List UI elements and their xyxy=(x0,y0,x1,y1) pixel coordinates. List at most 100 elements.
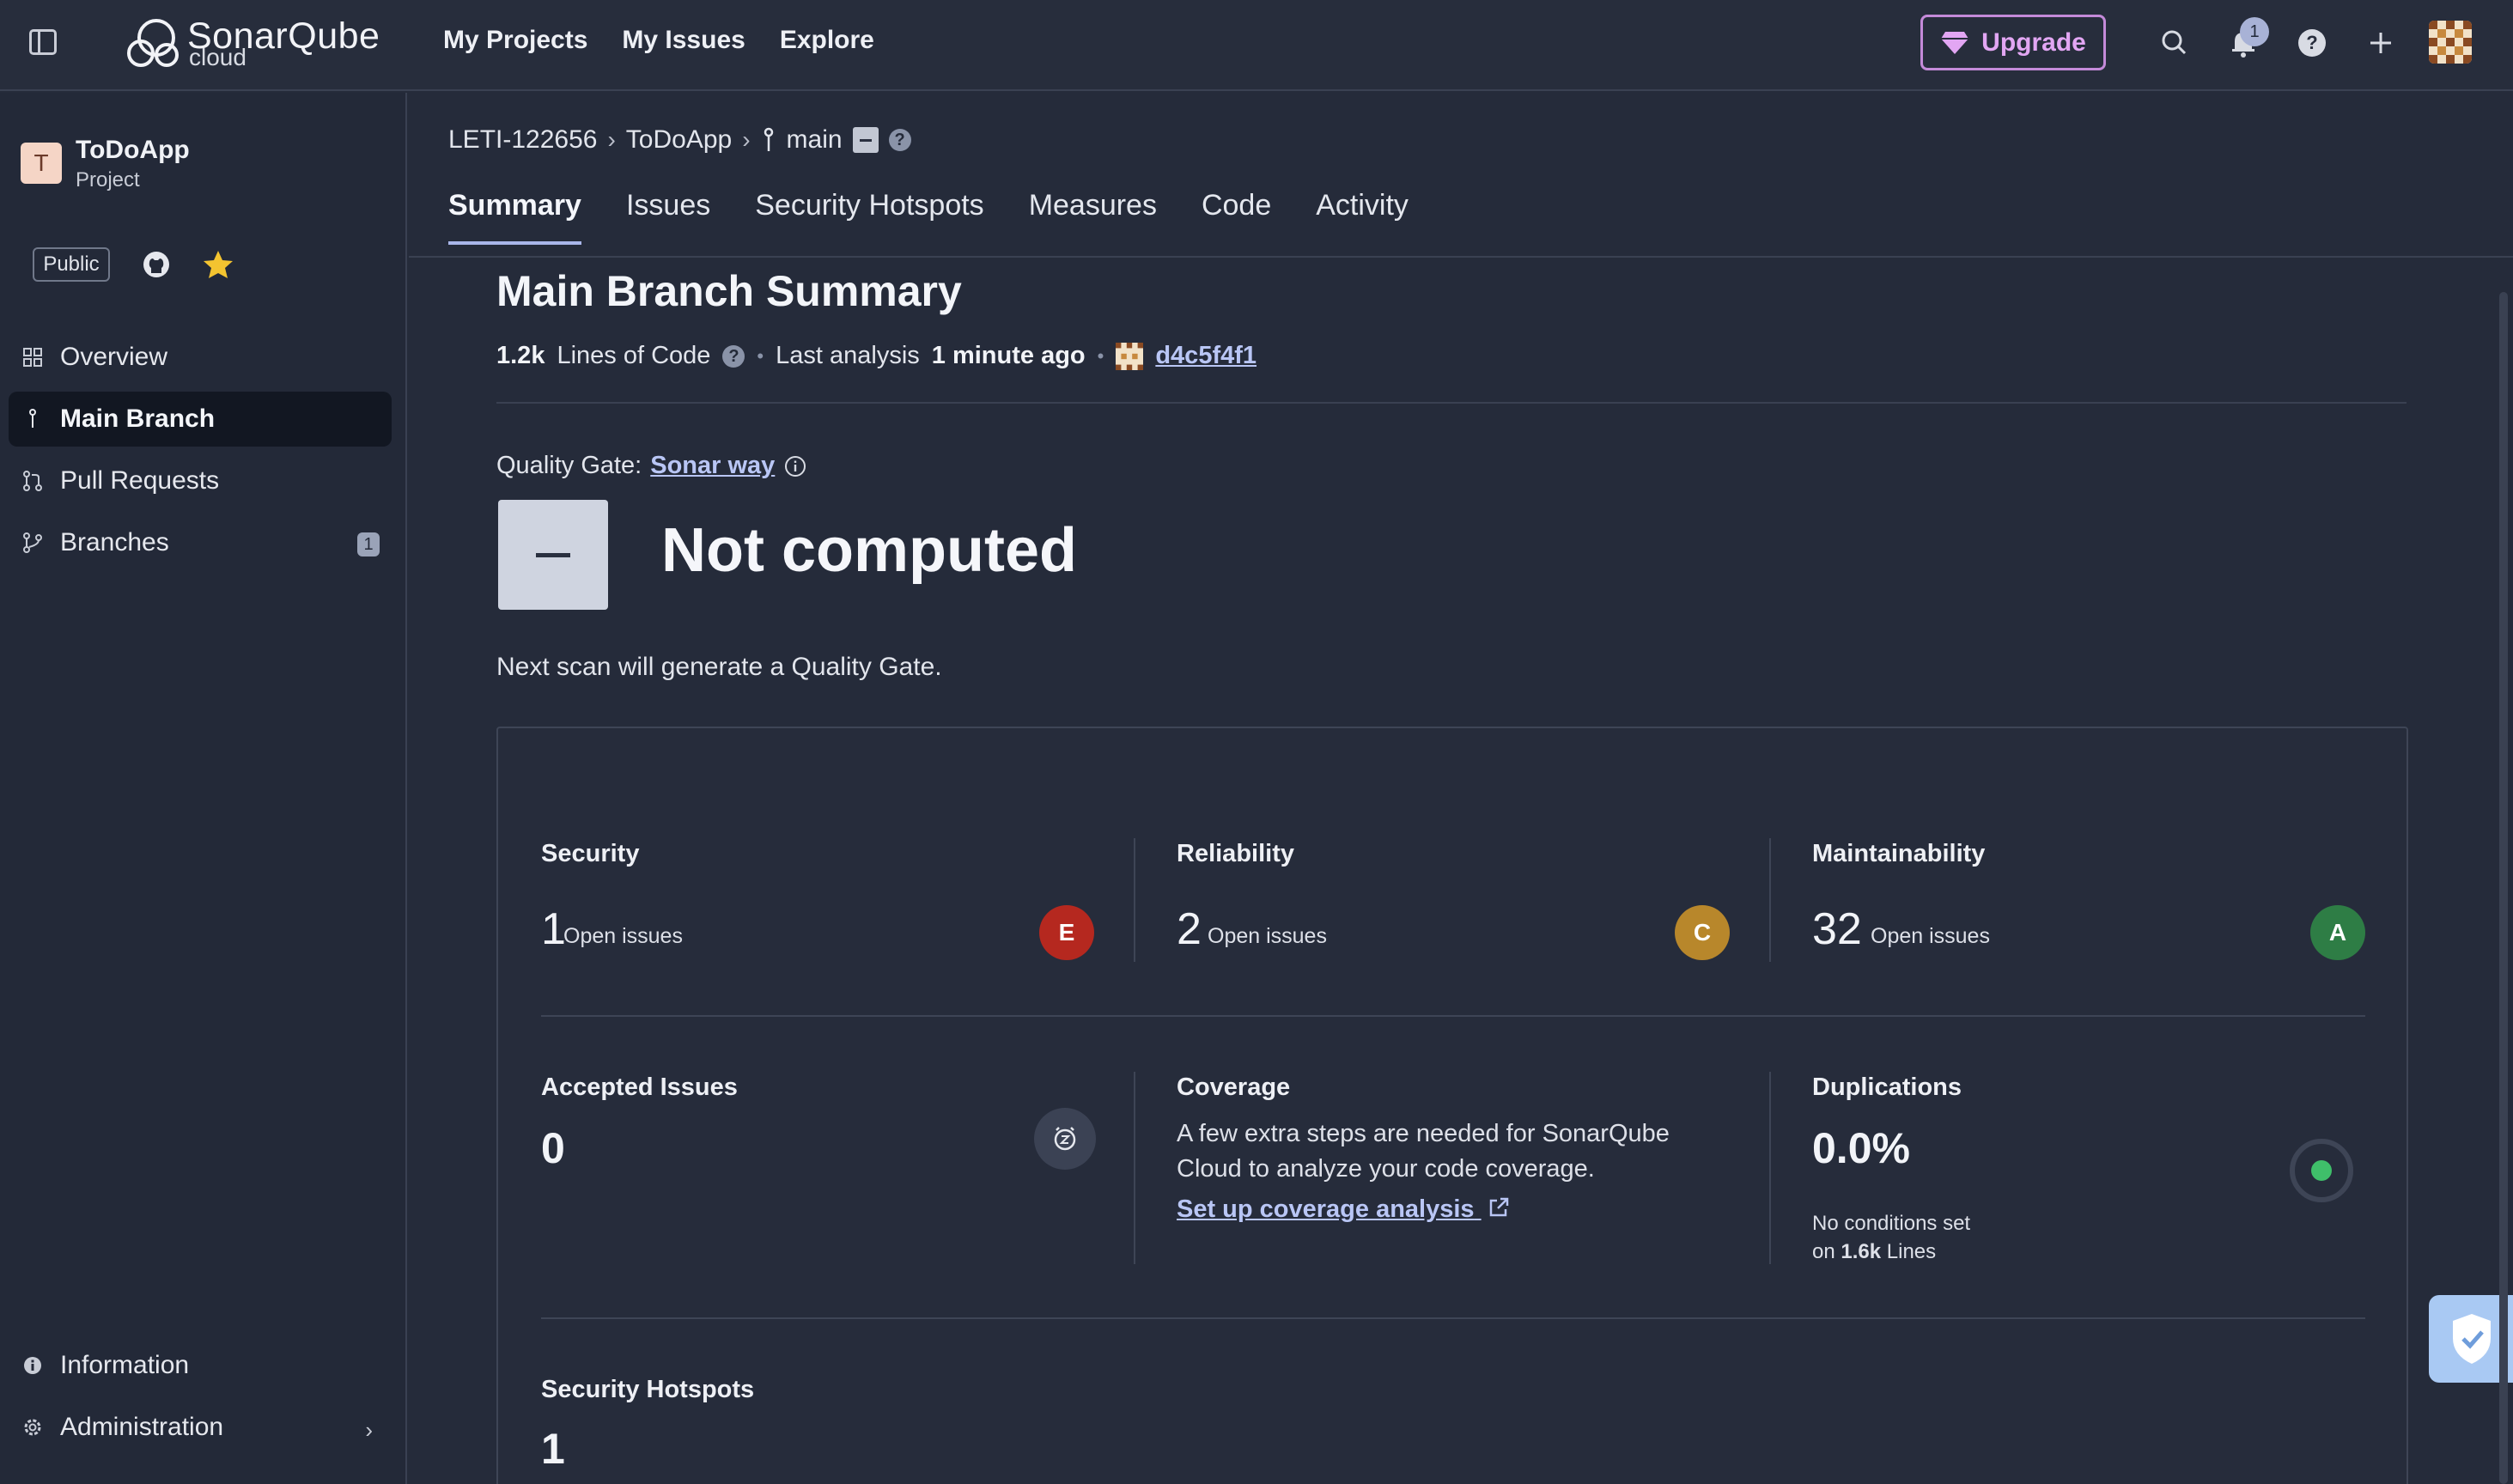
project-name[interactable]: ToDoApp xyxy=(76,136,190,165)
column-divider xyxy=(1134,838,1135,962)
branches-count-badge: 1 xyxy=(357,532,380,556)
reliability-title: Reliability xyxy=(1177,840,1294,867)
sidebar-item-pull-requests[interactable]: Pull Requests xyxy=(9,453,392,508)
reliability-sub: Open issues xyxy=(1208,924,1327,948)
project-avatar: T xyxy=(21,143,62,184)
breadcrumb-org[interactable]: LETI-122656 xyxy=(448,125,597,155)
maintainability-sub: Open issues xyxy=(1871,924,1990,948)
branch-icon xyxy=(29,409,36,428)
upgrade-button[interactable]: Upgrade xyxy=(1920,15,2106,70)
github-icon[interactable] xyxy=(139,247,173,282)
quality-gate-link[interactable]: Sonar way xyxy=(650,452,775,480)
chevron-right-icon: › xyxy=(607,126,616,153)
security-hotspots-value[interactable]: 1 xyxy=(541,1424,565,1474)
nav-my-projects[interactable]: My Projects xyxy=(443,26,587,55)
upgrade-label: Upgrade xyxy=(1981,27,2086,57)
plus-icon[interactable] xyxy=(2362,24,2400,62)
help-icon[interactable]: ? xyxy=(2293,24,2331,62)
duplications-note-line1: No conditions set xyxy=(1812,1212,1971,1235)
breadcrumb-branch[interactable]: main xyxy=(787,125,843,155)
page-title: Main Branch Summary xyxy=(496,267,962,315)
sidebar-item-label: Administration xyxy=(60,1413,224,1441)
tab-issues[interactable]: Issues xyxy=(626,189,710,245)
maintainability-value[interactable]: 32 xyxy=(1812,903,1862,955)
nav-my-issues[interactable]: My Issues xyxy=(622,26,745,55)
analysis-meta: 1.2k Lines of Code ? • Last analysis 1 m… xyxy=(496,342,1256,370)
security-value[interactable]: 1 xyxy=(541,903,566,955)
breadcrumb: LETI-122656 › ToDoApp › main ? xyxy=(448,125,911,155)
tab-code[interactable]: Code xyxy=(1202,189,1271,245)
sidebar-footer: Information Administration › xyxy=(9,1338,392,1462)
quality-gate-prefix: Quality Gate: xyxy=(496,452,642,479)
breadcrumb-project[interactable]: ToDoApp xyxy=(626,125,732,155)
main-scrollbar[interactable] xyxy=(2499,292,2508,1484)
cloud-logo-icon xyxy=(127,19,179,67)
sidebar-item-overview[interactable]: Overview xyxy=(9,330,392,385)
branches-icon xyxy=(23,532,42,553)
commit-author-avatar-icon xyxy=(1116,342,1144,370)
project-sidebar: T ToDoApp Project Public Overview Main B… xyxy=(0,93,407,1484)
quality-gate-mini-icon xyxy=(852,127,879,153)
alarm-clock-icon xyxy=(1054,1127,1076,1151)
commit-link[interactable]: d4c5f4f1 xyxy=(1155,342,1256,370)
svg-text:?: ? xyxy=(2306,32,2317,53)
last-analysis-label: Last analysis xyxy=(776,342,920,369)
coverage-setup-link[interactable]: Set up coverage analysis xyxy=(1177,1195,1511,1224)
duplications-lines-label: Lines xyxy=(1886,1240,1937,1263)
notification-badge: 1 xyxy=(2240,17,2269,46)
security-hotspots-title: Security Hotspots xyxy=(541,1376,755,1403)
sidebar-item-label: Pull Requests xyxy=(60,466,220,495)
help-icon[interactable]: ? xyxy=(888,129,911,151)
sidebar-item-information[interactable]: Information xyxy=(9,1338,392,1393)
sidebar-item-label: Information xyxy=(60,1351,190,1379)
quality-gate-label: Quality Gate: Sonar way xyxy=(496,452,807,480)
row-divider xyxy=(541,1015,2365,1017)
sidebar-item-main-branch[interactable]: Main Branch xyxy=(9,392,392,447)
star-icon[interactable] xyxy=(201,247,235,282)
tab-security-hotspots[interactable]: Security Hotspots xyxy=(755,189,983,245)
duplications-value[interactable]: 0.0% xyxy=(1812,1123,1910,1173)
row-divider xyxy=(541,1317,2365,1319)
search-icon[interactable] xyxy=(2156,24,2194,62)
grid-icon xyxy=(23,348,42,367)
sidebar-item-branches[interactable]: Branches 1 xyxy=(9,515,392,570)
security-sub: Open issues xyxy=(563,924,683,948)
loc-value: 1.2k xyxy=(496,342,545,369)
pull-request-icon xyxy=(23,471,42,491)
sonarqube-logo[interactable]: SonarQube cloud xyxy=(122,14,380,74)
coverage-setup-link-label: Set up coverage analysis xyxy=(1177,1195,1475,1223)
tab-activity[interactable]: Activity xyxy=(1316,189,1409,245)
avatar-pattern-icon xyxy=(2429,21,2472,64)
separator-dot: • xyxy=(757,344,764,367)
top-bar: SonarQube cloud My Projects My Issues Ex… xyxy=(0,0,2513,91)
chevron-right-icon: › xyxy=(742,126,751,153)
reliability-value[interactable]: 2 xyxy=(1177,903,1202,955)
accepted-issues-title: Accepted Issues xyxy=(541,1073,738,1101)
user-avatar[interactable] xyxy=(2429,21,2472,64)
summary-divider xyxy=(496,402,2407,404)
sidebar-toggle-icon[interactable] xyxy=(29,29,57,55)
maintainability-title: Maintainability xyxy=(1812,840,1986,867)
nav-explore[interactable]: Explore xyxy=(780,26,874,55)
help-icon[interactable]: ? xyxy=(722,344,745,368)
coverage-title: Coverage xyxy=(1177,1073,1291,1101)
tab-summary[interactable]: Summary xyxy=(448,189,581,245)
security-title: Security xyxy=(541,840,640,867)
duplications-status-icon xyxy=(2290,1139,2353,1202)
top-nav: My Projects My Issues Explore xyxy=(443,26,874,55)
sidebar-item-administration[interactable]: Administration › xyxy=(9,1400,392,1455)
quality-gate-note: Next scan will generate a Quality Gate. xyxy=(496,653,942,681)
duplications-lines-value: 1.6k xyxy=(1841,1240,1882,1263)
reliability-grade-badge[interactable]: C xyxy=(1675,905,1730,960)
security-grade-badge[interactable]: E xyxy=(1039,905,1094,960)
accepted-issues-value[interactable]: 0 xyxy=(541,1123,565,1173)
tab-measures[interactable]: Measures xyxy=(1029,189,1157,245)
metrics-panel: Security 1 Open issues E Reliability 2 O… xyxy=(496,727,2408,1484)
gear-icon xyxy=(24,1419,41,1436)
visibility-badge: Public xyxy=(33,247,110,282)
maintainability-grade-badge[interactable]: A xyxy=(2310,905,2365,960)
branch-tabs: Summary Issues Security Hotspots Measure… xyxy=(448,189,1409,245)
branch-icon xyxy=(764,127,773,151)
info-icon[interactable] xyxy=(783,454,807,478)
quality-gate-status: Not computed xyxy=(661,516,1077,585)
